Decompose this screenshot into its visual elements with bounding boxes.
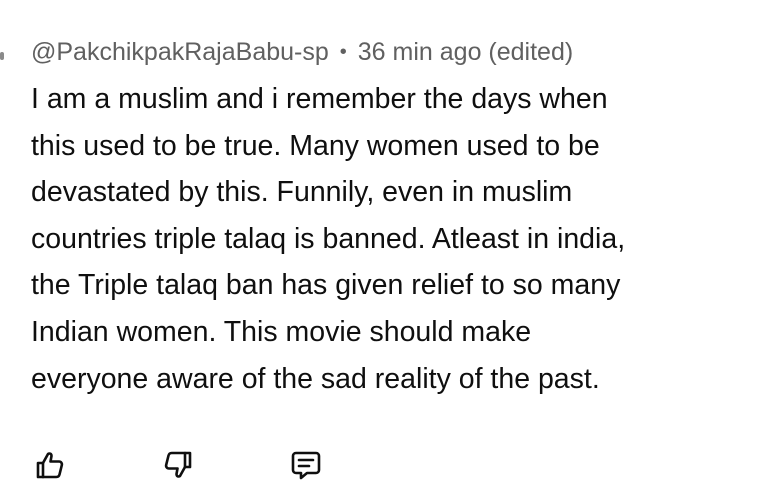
- thread-line: [0, 52, 4, 60]
- like-button[interactable]: [31, 446, 69, 484]
- comment-actions: [31, 443, 325, 487]
- meta-separator: •: [339, 40, 347, 63]
- comment: @PakchikpakRajaBabu-sp • 36 min ago (edi…: [31, 28, 759, 402]
- reply-button[interactable]: [287, 446, 325, 484]
- dislike-button[interactable]: [159, 446, 197, 484]
- comment-text: I am a muslim and i remember the days wh…: [31, 83, 626, 395]
- thumbs-up-icon: [36, 452, 64, 479]
- comment-meta: @PakchikpakRajaBabu-sp • 36 min ago (edi…: [31, 28, 759, 76]
- thumbs-down-icon: [164, 451, 192, 478]
- comment-author[interactable]: @PakchikpakRajaBabu-sp: [31, 38, 329, 67]
- comment-icon: [291, 451, 321, 480]
- comment-timestamp: 36 min ago (edited): [357, 37, 574, 66]
